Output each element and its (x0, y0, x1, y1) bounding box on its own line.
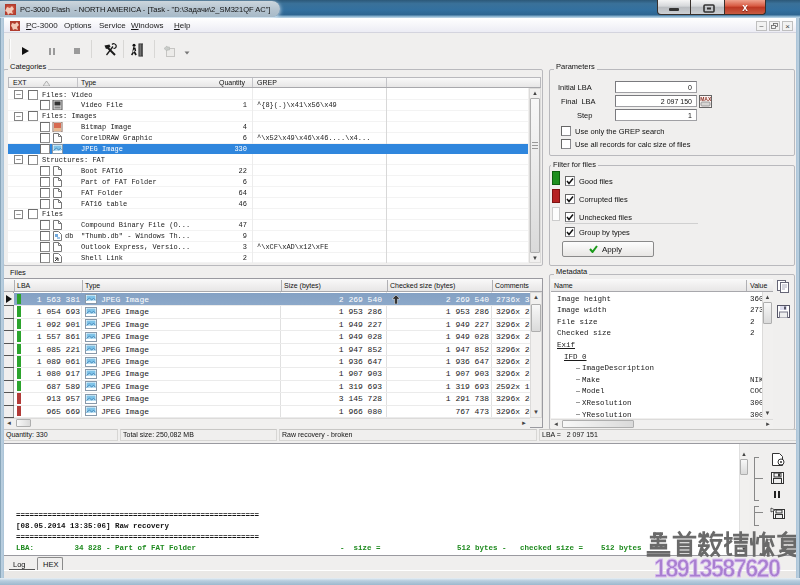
svg-text:MAX: MAX (700, 96, 712, 102)
